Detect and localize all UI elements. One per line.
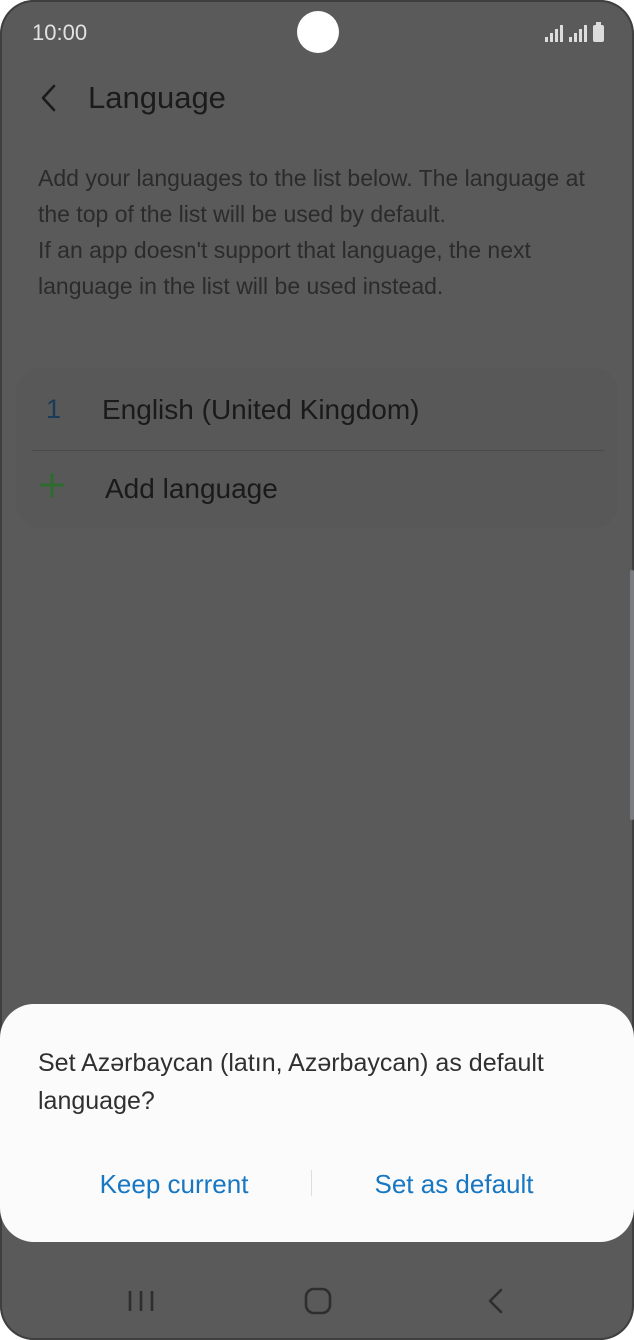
signal-strength-icon xyxy=(545,24,563,42)
phone-screen: 10:00 Language Add your languages to the… xyxy=(0,0,634,1340)
edge-panel-handle[interactable] xyxy=(630,570,634,820)
app-bar: Language xyxy=(0,66,634,132)
dialog-message: Set Azərbaycan (latın, Azərbaycan) as de… xyxy=(38,1049,544,1115)
page-title: Language xyxy=(88,80,226,115)
set-as-default-button[interactable]: Set as default xyxy=(304,1162,604,1206)
status-icons xyxy=(545,22,604,42)
navigation-bar xyxy=(0,1264,634,1340)
chevron-left-icon xyxy=(41,84,56,112)
home-button[interactable] xyxy=(288,1276,348,1326)
status-bar: 10:00 xyxy=(0,0,634,66)
language-description: Add your languages to the list below. Th… xyxy=(38,160,598,304)
recents-icon xyxy=(128,1291,154,1311)
set-default-language-dialog: Set Azərbaycan (latın, Azərbaycan) as de… xyxy=(0,1004,634,1242)
dialog-actions: Keep current Set as default xyxy=(0,1162,634,1206)
recents-button[interactable] xyxy=(111,1276,171,1326)
back-button[interactable] xyxy=(30,78,70,118)
back-icon xyxy=(488,1288,503,1314)
battery-icon xyxy=(593,22,604,42)
plus-icon xyxy=(40,473,64,497)
keep-current-button[interactable]: Keep current xyxy=(24,1162,324,1206)
status-time: 10:00 xyxy=(32,20,88,45)
language-list: 1 English (United Kingdom) Add language xyxy=(16,368,618,528)
signal-strength-icon-2 xyxy=(569,24,587,42)
home-icon xyxy=(304,1287,332,1315)
system-back-button[interactable] xyxy=(465,1276,525,1326)
add-language-label: Add language xyxy=(105,473,278,504)
description-text-2: If an app doesn't support that language,… xyxy=(38,237,531,299)
language-list-item[interactable]: 1 English (United Kingdom) xyxy=(16,368,618,450)
description-text-1: Add your languages to the list below. Th… xyxy=(38,165,585,227)
front-camera-cutout xyxy=(297,11,339,53)
add-language-button[interactable]: Add language xyxy=(16,451,618,528)
language-name: English (United Kingdom) xyxy=(102,394,420,425)
language-priority-number: 1 xyxy=(46,394,62,424)
